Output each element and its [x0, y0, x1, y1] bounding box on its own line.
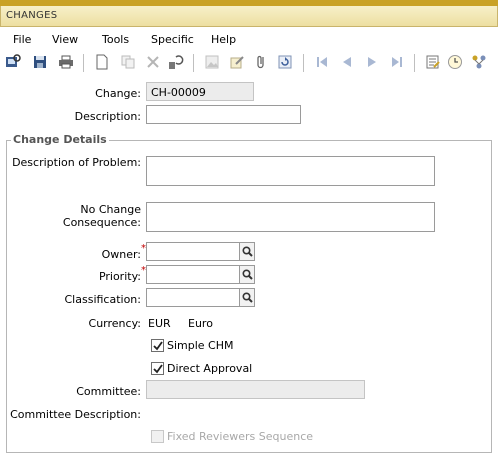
toolbar-separator	[303, 54, 304, 72]
simple-chm-label: Simple CHM	[167, 339, 234, 352]
first-record-icon[interactable]	[314, 54, 330, 70]
currency-name: Euro	[188, 317, 213, 330]
owner-lookup-button[interactable]	[240, 242, 255, 261]
checkmark-icon	[153, 364, 163, 374]
workflow-icon[interactable]	[471, 54, 487, 70]
menu-specific[interactable]: Specific	[151, 33, 194, 46]
toolbar-separator	[193, 54, 194, 72]
change-label: Change:	[95, 87, 141, 100]
priority-lookup-button[interactable]	[240, 265, 255, 284]
change-value: CH-00009	[151, 86, 206, 99]
next-record-icon[interactable]	[364, 54, 380, 70]
attachment-icon[interactable]	[253, 54, 269, 70]
committee-label: Committee:	[76, 385, 141, 398]
change-details-legend: Change Details	[11, 133, 109, 146]
description-label: Description:	[74, 110, 141, 123]
toolbar-separator	[83, 54, 84, 72]
classification-lookup-button[interactable]	[240, 288, 255, 307]
menu-view[interactable]: View	[52, 33, 78, 46]
undo-icon[interactable]	[168, 54, 184, 70]
direct-approval-checkbox[interactable]	[151, 362, 164, 375]
currency-label: Currency:	[88, 317, 141, 330]
owner-label: Owner: *	[60, 243, 146, 261]
problem-label: Description of Problem:	[12, 156, 141, 169]
fixed-reviewers-checkbox[interactable]	[151, 430, 164, 443]
simple-chm-checkbox[interactable]	[151, 339, 164, 352]
edit-note-icon[interactable]	[229, 54, 245, 70]
copy-icon[interactable]	[120, 54, 136, 70]
direct-approval-label: Direct Approval	[167, 362, 253, 375]
classification-label: Classification:	[64, 293, 142, 306]
magnifier-icon	[241, 246, 253, 257]
owner-label-text: Owner:	[101, 248, 141, 261]
magnifier-icon	[241, 292, 253, 303]
classification-input[interactable]	[146, 288, 240, 307]
menu-help[interactable]: Help	[211, 33, 236, 46]
toolbar-separator	[414, 54, 415, 72]
priority-label-text: Priority:	[98, 270, 141, 283]
magnifier-icon	[241, 269, 253, 280]
checkmark-icon	[153, 341, 163, 351]
description-input[interactable]	[146, 105, 301, 124]
window-title: CHANGES	[6, 10, 58, 21]
details-icon[interactable]	[425, 54, 441, 70]
change-field: CH-00009	[146, 82, 254, 101]
refresh-icon[interactable]	[277, 54, 293, 70]
search-screen-icon[interactable]	[5, 54, 21, 70]
committee-description-label: Committee Description:	[10, 408, 141, 421]
priority-input[interactable]	[146, 265, 240, 284]
image-icon[interactable]	[204, 54, 220, 70]
save-icon[interactable]	[32, 54, 48, 70]
priority-label: Priority: *	[60, 265, 146, 283]
menu-tools[interactable]: Tools	[102, 33, 129, 46]
fixed-reviewers-label: Fixed Reviewers Sequence	[167, 430, 314, 443]
delete-icon[interactable]	[145, 54, 161, 70]
currency-code: EUR	[148, 317, 171, 330]
clock-icon[interactable]	[447, 54, 463, 70]
window-title-bar: CHANGES	[0, 6, 498, 27]
menu-file[interactable]: File	[13, 33, 31, 46]
previous-record-icon[interactable]	[339, 54, 355, 70]
owner-input[interactable]	[146, 242, 240, 261]
last-record-icon[interactable]	[389, 54, 405, 70]
committee-field	[146, 380, 365, 399]
problem-textarea[interactable]	[146, 156, 435, 186]
consequence-label: No Change Consequence:	[62, 203, 141, 229]
print-icon[interactable]	[58, 54, 74, 70]
new-document-icon[interactable]	[94, 54, 110, 70]
consequence-textarea[interactable]	[146, 202, 435, 232]
